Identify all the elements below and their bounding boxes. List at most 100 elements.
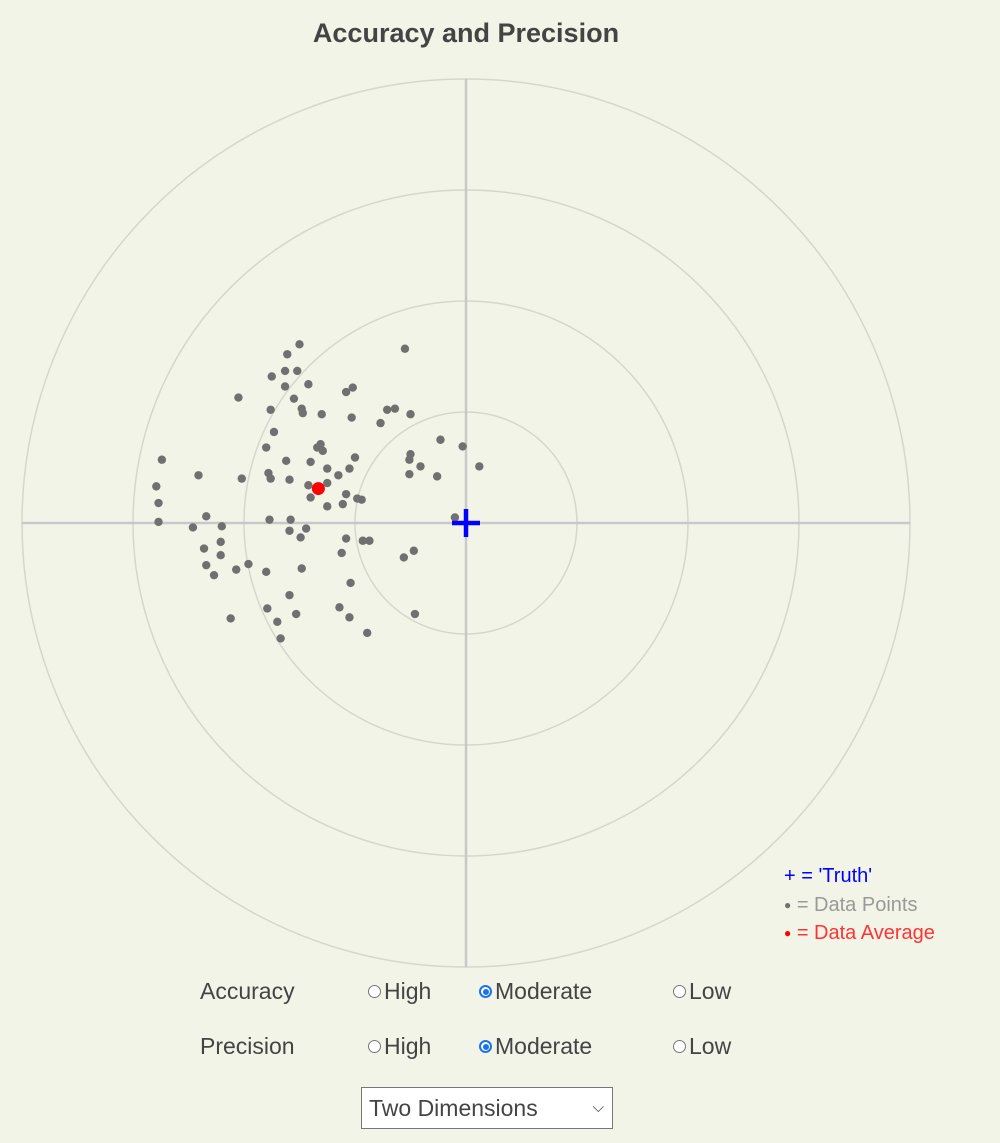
data-point (297, 564, 306, 573)
data-point (406, 410, 415, 419)
data-point (350, 453, 360, 462)
data-point (400, 344, 410, 353)
data-point (232, 565, 241, 574)
radio-circle-checked[interactable] (479, 1040, 492, 1053)
data-point (348, 383, 357, 392)
data-point (450, 513, 460, 522)
data-point (365, 536, 374, 545)
legend-data-points: ● = Data Points (784, 891, 935, 920)
data-point (276, 634, 285, 643)
data-point (382, 405, 392, 414)
data-point (304, 481, 313, 490)
data-point (293, 366, 302, 376)
radio-circle[interactable] (368, 985, 381, 998)
data-point (188, 523, 198, 532)
precision-low-radio[interactable]: Low (673, 1033, 731, 1060)
data-point (285, 526, 294, 535)
data-point (281, 456, 291, 466)
data-point (335, 603, 344, 612)
data-point (390, 404, 400, 413)
data-point (216, 537, 225, 547)
data-point (323, 464, 332, 473)
data-point (409, 546, 419, 555)
chevron-down-icon: ⌵ (592, 1099, 604, 1116)
data-point (405, 455, 414, 464)
data-point (323, 502, 332, 511)
data-point (280, 366, 290, 376)
data-point (199, 544, 209, 553)
data-point (458, 442, 467, 451)
data-point (202, 560, 211, 570)
precision-moderate-label: Moderate (495, 1033, 593, 1059)
data-point (286, 515, 295, 524)
data-point (285, 475, 294, 484)
data-point (317, 410, 326, 419)
data-point (436, 435, 445, 444)
accuracy-low-label: Low (689, 978, 732, 1004)
data-point (209, 570, 219, 580)
accuracy-high-radio[interactable]: High (368, 978, 431, 1005)
data-point (202, 512, 211, 521)
data-point (273, 617, 282, 626)
data-point (262, 567, 271, 577)
legend-truth-label: = 'Truth' (801, 865, 873, 887)
target-plot (21, 78, 911, 968)
legend-truth: + = 'Truth' (784, 862, 935, 891)
data-point (216, 550, 225, 560)
radio-circle[interactable] (673, 985, 686, 998)
precision-moderate-radio[interactable]: Moderate (479, 1033, 592, 1060)
accuracy-moderate-radio[interactable]: Moderate (479, 978, 592, 1005)
data-point (244, 559, 253, 569)
data-point (405, 469, 414, 479)
data-point (296, 533, 305, 542)
precision-label: Precision (200, 1033, 295, 1059)
data-point (280, 382, 290, 391)
data-point (345, 464, 354, 473)
precision-low-label: Low (689, 1033, 732, 1059)
data-point (266, 474, 275, 483)
marks-layer (311, 482, 480, 537)
radio-circle-checked[interactable] (479, 985, 492, 998)
data-point (304, 380, 313, 389)
data-point (226, 614, 235, 623)
data-point (285, 590, 294, 600)
precision-high-radio[interactable]: High (368, 1033, 431, 1060)
data-point (152, 482, 161, 491)
data-point (334, 471, 343, 480)
legend: + = 'Truth' ● = Data Points ● = Data Ave… (784, 862, 935, 948)
data-point (237, 474, 246, 483)
data-point (475, 462, 484, 471)
accuracy-label: Accuracy (200, 978, 295, 1004)
data-point (157, 455, 167, 464)
data-point (265, 515, 274, 524)
precision-high-label: High (384, 1033, 432, 1059)
data-point (291, 609, 301, 619)
data-point (263, 604, 272, 613)
data-point (283, 350, 292, 359)
data-point (338, 499, 347, 509)
data-point (410, 609, 420, 619)
data-point (318, 446, 328, 456)
data-point (341, 534, 351, 543)
data-point (298, 408, 308, 418)
radio-circle[interactable] (368, 1040, 381, 1053)
dimension-select[interactable]: Two Dimensions ⌵ (361, 1087, 613, 1129)
data-point (306, 457, 315, 467)
accuracy-low-radio[interactable]: Low (673, 978, 731, 1005)
dimension-select-value: Two Dimensions (369, 1094, 538, 1121)
radio-circle[interactable] (673, 1040, 686, 1053)
data-point (416, 462, 425, 471)
data-point (154, 498, 163, 508)
data-point (341, 489, 351, 499)
data-point (295, 340, 304, 349)
data-point (194, 471, 203, 480)
data-point (306, 493, 315, 502)
data-point (347, 413, 356, 422)
legend-data-average: ● = Data Average (784, 919, 935, 948)
legend-truth-symbol: + (784, 865, 796, 887)
data-point (289, 394, 299, 403)
data-point (262, 443, 271, 452)
data-point (363, 628, 372, 638)
data-point (346, 578, 355, 588)
data-point (432, 472, 442, 481)
